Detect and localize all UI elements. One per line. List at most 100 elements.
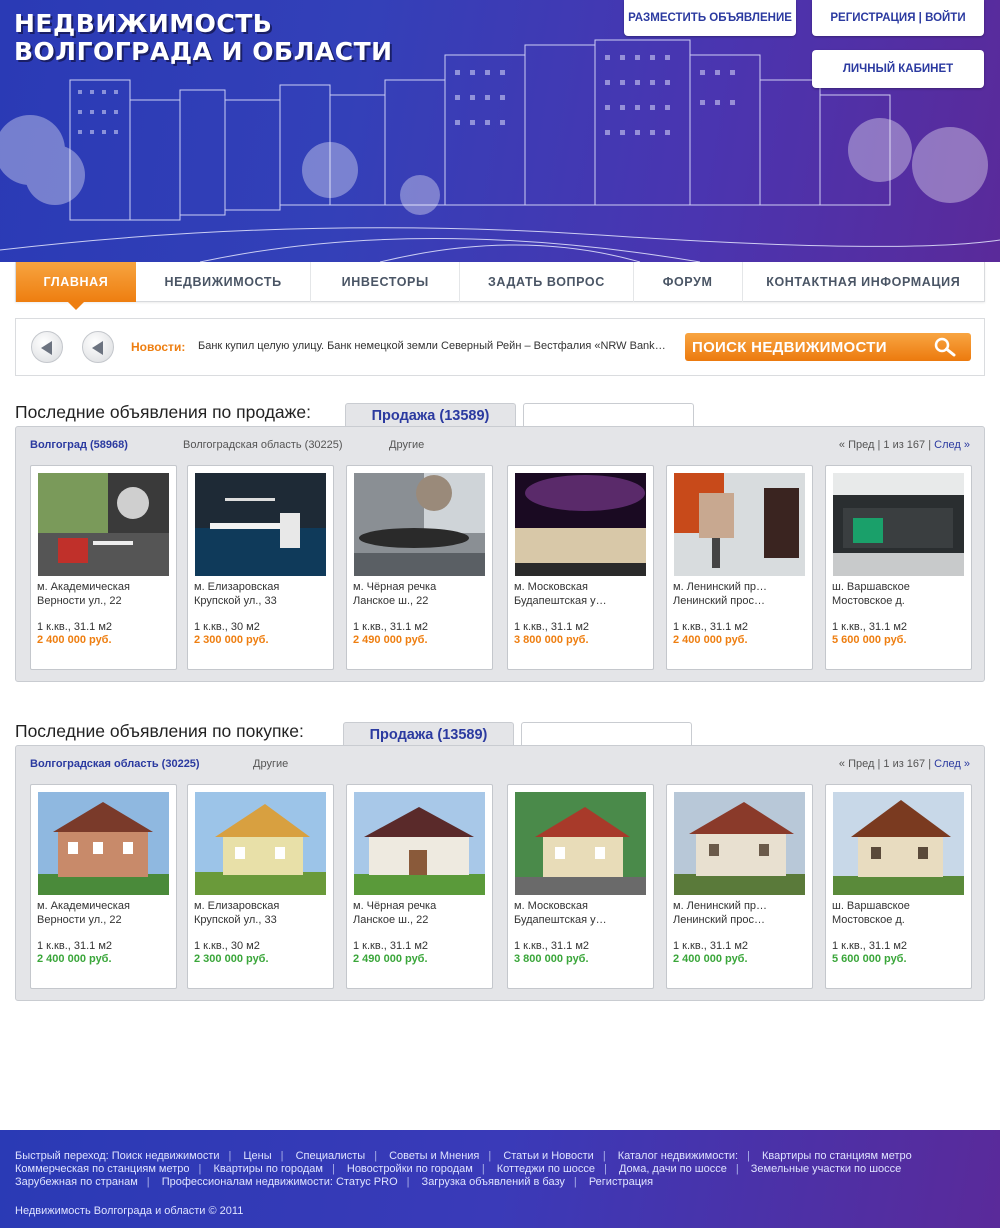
- listing-address: Будапештская у…: [514, 914, 607, 926]
- listing-params: 1 к.кв., 31.1 м2: [353, 621, 429, 633]
- listing-metro: м. Академическая: [37, 900, 130, 912]
- nav-item-ask-question[interactable]: ЗАДАТЬ ВОПРОС: [460, 262, 634, 302]
- listing-photo: [833, 792, 964, 895]
- tab-buy-sale[interactable]: Продажа (13589): [343, 722, 514, 746]
- listing-address: Ленинский прос…: [673, 595, 765, 607]
- listing-address: Верности ул., 22: [37, 595, 122, 607]
- listing-card[interactable]: ш. Варшавское Мостовское д. 1 к.кв., 31.…: [825, 465, 972, 670]
- tab-sale[interactable]: Продажа (13589): [345, 403, 516, 427]
- footer-link[interactable]: Зарубежная по странам: [15, 1176, 138, 1188]
- footer-link[interactable]: Коттеджи по шоссе: [497, 1163, 595, 1175]
- footer-link[interactable]: Новостройки по городам: [347, 1163, 473, 1175]
- tab-empty[interactable]: [523, 403, 694, 426]
- listing-params: 1 к.кв., 30 м2: [194, 621, 260, 633]
- listing-card[interactable]: м. Ленинский пр… Ленинский прос… 1 к.кв.…: [666, 784, 813, 989]
- listing-price: 2 300 000 руб.: [194, 634, 269, 646]
- listing-params: 1 к.кв., 31.1 м2: [37, 940, 113, 952]
- pager-next[interactable]: След »: [934, 439, 970, 451]
- arrow-left-icon: [41, 341, 52, 355]
- footer-link[interactable]: Специалисты: [296, 1150, 366, 1162]
- tab-empty[interactable]: [521, 722, 692, 745]
- listing-address: Крупской ул., 33: [194, 914, 277, 926]
- listing-card[interactable]: м. Чёрная речка Ланское ш., 22 1 к.кв., …: [346, 784, 493, 989]
- listing-address: Будапештская у…: [514, 595, 607, 607]
- register-login-button[interactable]: РЕГИСТРАЦИЯ | ВОЙТИ: [812, 0, 984, 36]
- listing-price: 2 400 000 руб.: [673, 634, 748, 646]
- listing-metro: м. Ленинский пр…: [673, 900, 768, 912]
- listing-photo: [38, 473, 169, 576]
- listing-price: 2 490 000 руб.: [353, 953, 428, 965]
- realty-search-button[interactable]: ПОИСК НЕДВИЖИМОСТИ: [685, 333, 971, 361]
- listing-card[interactable]: м. Академическая Верности ул., 22 1 к.кв…: [30, 465, 177, 670]
- filter-other[interactable]: Другие: [389, 439, 424, 451]
- listing-price: 2 400 000 руб.: [37, 953, 112, 965]
- listing-card[interactable]: м. Елизаровская Крупской ул., 33 1 к.кв.…: [187, 784, 334, 989]
- footer: Быстрый переход: Поиск недвижимости | Цен…: [0, 1130, 1000, 1228]
- footer-link[interactable]: Каталог недвижимости:: [618, 1150, 738, 1162]
- listing-metro: м. Московская: [514, 581, 588, 593]
- post-ad-button[interactable]: РАЗМЕСТИТЬ ОБЪЯВЛЕНИЕ: [624, 0, 796, 36]
- personal-cabinet-button[interactable]: ЛИЧНЫЙ КАБИНЕТ: [812, 50, 984, 88]
- listing-photo: [38, 792, 169, 895]
- listing-price: 2 490 000 руб.: [353, 634, 428, 646]
- listing-price: 3 800 000 руб.: [514, 634, 589, 646]
- footer-link[interactable]: Профессионалам недвижимости: Статус PRO: [162, 1176, 398, 1188]
- arrow-left-icon: [92, 341, 103, 355]
- listing-photo: [195, 473, 326, 576]
- main-nav: ГЛАВНАЯ НЕДВИЖИМОСТЬ ИНВЕСТОРЫ ЗАДАТЬ ВО…: [15, 262, 985, 310]
- site-logo[interactable]: НЕДВИЖИМОСТЬ ВОЛГОГРАДА И ОБЛАСТИ: [14, 10, 393, 66]
- footer-link[interactable]: Регистрация: [589, 1176, 653, 1188]
- listing-card[interactable]: м. Чёрная речка Ланское ш., 22 1 к.кв., …: [346, 465, 493, 670]
- filter-volgograd[interactable]: Волгоград (58968): [30, 439, 128, 451]
- filter-other[interactable]: Другие: [253, 758, 288, 770]
- footer-link[interactable]: Статьи и Новости: [503, 1150, 594, 1162]
- listing-params: 1 к.кв., 31.1 м2: [673, 940, 749, 952]
- footer-link[interactable]: Квартиры по городам: [213, 1163, 323, 1175]
- footer-link[interactable]: Цены: [243, 1150, 271, 1162]
- listing-price: 3 800 000 руб.: [514, 953, 589, 965]
- footer-link[interactable]: Загрузка объявлений в базу: [422, 1176, 565, 1188]
- listing-card[interactable]: м. Елизаровская Крупской ул., 33 1 к.кв.…: [187, 465, 334, 670]
- nav-item-contacts[interactable]: КОНТАКТНАЯ ИНФОРМАЦИЯ: [743, 262, 985, 302]
- listing-params: 1 к.кв., 30 м2: [194, 940, 260, 952]
- listing-card[interactable]: м. Московская Будапештская у… 1 к.кв., 3…: [507, 465, 654, 670]
- listing-metro: м. Чёрная речка: [353, 900, 437, 912]
- pager-next[interactable]: След »: [934, 758, 970, 770]
- listing-card[interactable]: м. Академическая Верности ул., 22 1 к.кв…: [30, 784, 177, 989]
- listing-params: 1 к.кв., 31.1 м2: [832, 940, 908, 952]
- sale-pager: « Пред | 1 из 167 | След »: [838, 439, 970, 451]
- search-icon: [934, 337, 956, 357]
- news-prev-button[interactable]: [31, 331, 63, 363]
- listing-metro: м. Академическая: [37, 581, 130, 593]
- footer-link[interactable]: Дома, дачи по шоссе: [619, 1163, 727, 1175]
- listing-card[interactable]: ш. Варшавское Мостовское д. 1 к.кв., 31.…: [825, 784, 972, 989]
- listing-address: Верности ул., 22: [37, 914, 122, 926]
- listing-price: 5 600 000 руб.: [832, 953, 907, 965]
- pager-prev[interactable]: « Пред: [839, 439, 875, 451]
- footer-link[interactable]: Земельные участки по шоссе: [751, 1163, 901, 1175]
- nav-item-realty[interactable]: НЕДВИЖИМОСТЬ: [136, 262, 312, 302]
- footer-link[interactable]: Коммерческая по станциям метро: [15, 1163, 190, 1175]
- filter-region[interactable]: Волгоградская область (30225): [183, 439, 343, 451]
- pager-prev[interactable]: « Пред: [839, 758, 875, 770]
- footer-link[interactable]: Советы и Мнения: [389, 1150, 479, 1162]
- nav-item-investors[interactable]: ИНВЕСТОРЫ: [311, 262, 461, 302]
- buy-section-title: Последние объявления по покупке:: [15, 721, 304, 741]
- listing-address: Мостовское д.: [832, 914, 905, 926]
- listing-price: 5 600 000 руб.: [832, 634, 907, 646]
- listing-address: Ланское ш., 22: [353, 595, 429, 607]
- pager-info: 1 из 167: [883, 758, 926, 770]
- footer-link[interactable]: Быстрый переход: Поиск недвижимости: [15, 1150, 220, 1162]
- news-back-button[interactable]: [82, 331, 114, 363]
- listing-price: 2 400 000 руб.: [37, 634, 112, 646]
- listing-card[interactable]: м. Московская Будапештская у… 1 к.кв., 3…: [507, 784, 654, 989]
- footer-link[interactable]: Квартиры по станциям метро: [762, 1150, 912, 1162]
- news-headline[interactable]: Банк купил целую улицу. Банк немецкой зе…: [198, 340, 668, 352]
- nav-item-home[interactable]: ГЛАВНАЯ: [16, 262, 136, 310]
- search-button-label: ПОИСК НЕДВИЖИМОСТИ: [692, 338, 887, 356]
- footer-links-row-3: Зарубежная по странам | Профессионалам не…: [15, 1176, 654, 1188]
- filter-region[interactable]: Волгоградская область (30225): [30, 758, 200, 770]
- listing-price: 2 400 000 руб.: [673, 953, 748, 965]
- listing-card[interactable]: м. Ленинский пр… Ленинский прос… 1 к.кв.…: [666, 465, 813, 670]
- nav-item-forum[interactable]: ФОРУМ: [634, 262, 743, 302]
